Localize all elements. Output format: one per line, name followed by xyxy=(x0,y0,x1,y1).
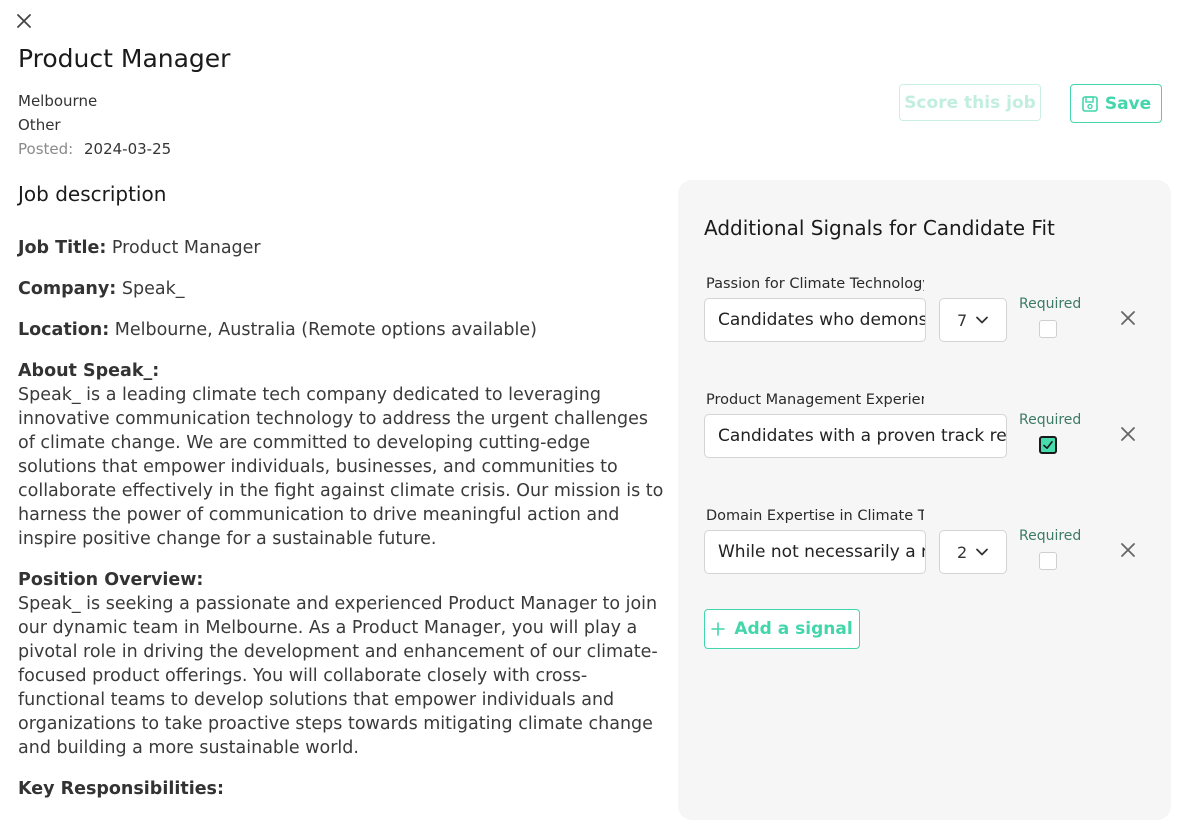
location-value: Melbourne, Australia (Remote options ava… xyxy=(109,320,537,340)
close-icon[interactable] xyxy=(1118,308,1138,328)
close-icon[interactable] xyxy=(1118,424,1138,444)
about-section: About Speak_: Speak_ is a leading climate… xyxy=(18,359,664,551)
signal-label: Product Management Experience xyxy=(706,392,924,408)
signal-label: Domain Expertise in Climate Tech xyxy=(706,508,924,524)
about-label: About Speak_: xyxy=(18,361,160,381)
save-button[interactable]: Save xyxy=(1070,84,1162,123)
chevron-down-icon xyxy=(976,548,989,556)
about-text: Speak_ is a leading climate tech company… xyxy=(18,385,664,549)
plus-icon xyxy=(711,622,726,636)
signal-label: Passion for Climate Technology a xyxy=(706,276,924,292)
required-checkbox[interactable] xyxy=(1039,436,1057,454)
company-value: Speak_ xyxy=(116,279,185,299)
checkmark-icon xyxy=(1043,441,1053,449)
add-signal-button[interactable]: Add a signal xyxy=(704,609,860,649)
score-job-button[interactable]: Score this job xyxy=(899,84,1041,121)
job-title-line: Job Title: Product Manager xyxy=(18,236,664,260)
chevron-down-icon xyxy=(976,316,989,324)
required-checkbox[interactable] xyxy=(1039,552,1057,570)
posted-label: Posted: xyxy=(18,140,74,158)
signal-item: Domain Expertise in Climate Tech While n… xyxy=(678,508,1171,618)
job-type: Other xyxy=(18,116,61,134)
responsibilities-section: Key Responsibilities: xyxy=(18,777,664,801)
job-location: Melbourne xyxy=(18,92,98,110)
company-label: Company: xyxy=(18,279,117,299)
signal-weight-value: 2 xyxy=(957,542,968,562)
company-line: Company: Speak_ xyxy=(18,277,664,301)
location-label: Location: xyxy=(18,320,110,340)
add-signal-label: Add a signal xyxy=(734,619,853,639)
save-label: Save xyxy=(1104,93,1152,114)
required-checkbox[interactable] xyxy=(1039,320,1057,338)
signal-weight-select[interactable]: 2 xyxy=(939,530,1007,574)
signal-item: Passion for Climate Technology a Candida… xyxy=(678,276,1171,386)
signal-weight-select[interactable]: 7 xyxy=(939,298,1007,342)
job-title-value: Product Manager xyxy=(106,238,261,258)
location-line: Location: Melbourne, Australia (Remote o… xyxy=(18,318,664,342)
required-label: Required xyxy=(1019,528,1082,544)
job-title-label: Job Title: xyxy=(18,238,107,258)
signals-heading: Additional Signals for Candidate Fit xyxy=(704,216,1055,240)
floppy-disk-icon xyxy=(1082,95,1098,112)
required-label: Required xyxy=(1019,296,1082,312)
signal-description-input[interactable]: Candidates with a proven track reco xyxy=(704,414,1007,458)
job-description: Job Title: Product Manager Company: Spea… xyxy=(18,236,664,818)
required-label: Required xyxy=(1019,412,1082,428)
signal-description-input[interactable]: While not necessarily a r xyxy=(704,530,926,574)
responsibilities-label: Key Responsibilities: xyxy=(18,779,224,799)
posted-date-row: Posted: 2024-03-25 xyxy=(18,140,171,158)
signal-item: Product Management Experience Candidates… xyxy=(678,392,1171,502)
signal-weight-value: 7 xyxy=(957,310,968,330)
overview-section: Position Overview: Speak_ is seeking a pa… xyxy=(18,568,664,760)
overview-label: Position Overview: xyxy=(18,570,204,590)
overview-text: Speak_ is seeking a passionate and exper… xyxy=(18,594,658,758)
job-description-heading: Job description xyxy=(18,182,167,206)
posted-date: 2024-03-25 xyxy=(83,140,172,158)
signal-description-input[interactable]: Candidates who demons xyxy=(704,298,926,342)
close-icon[interactable] xyxy=(1118,540,1138,560)
signals-panel: Additional Signals for Candidate Fit Pas… xyxy=(678,180,1171,820)
page-title: Product Manager xyxy=(18,44,231,73)
close-icon[interactable] xyxy=(14,11,34,31)
